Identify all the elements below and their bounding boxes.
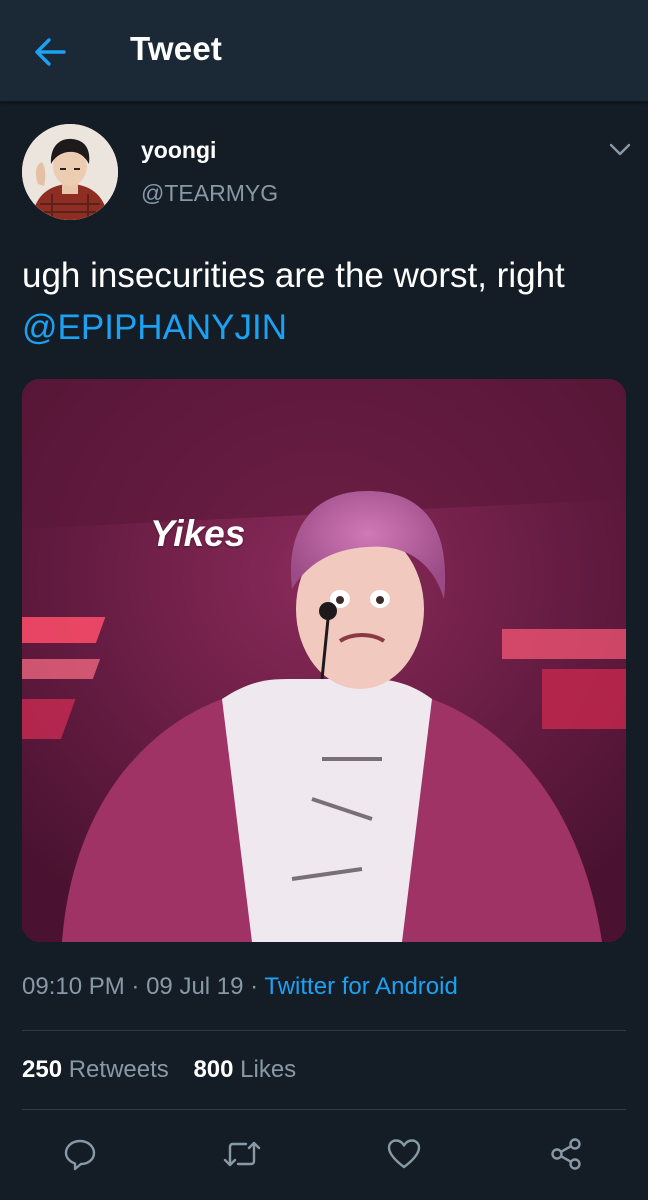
likes-stat[interactable]: 800 Likes	[193, 1056, 296, 1083]
reply-icon	[64, 1139, 96, 1171]
avatar[interactable]	[22, 124, 118, 220]
share-icon	[551, 1138, 581, 1170]
tweet-source-link[interactable]: Twitter for Android	[264, 973, 457, 1000]
share-button[interactable]	[542, 1130, 590, 1178]
media-caption-text: Yikes	[150, 513, 246, 554]
tweet-stats: 250 Retweets 800 Likes	[22, 1056, 314, 1084]
arrow-left-icon	[35, 38, 66, 66]
mention-link[interactable]: @EPIPHANYJIN	[22, 308, 287, 347]
divider	[22, 1109, 626, 1110]
media-photo	[22, 379, 626, 942]
likes-count: 800	[193, 1056, 234, 1083]
tweet-detail-screen: Tweet yoongi @TEARMYG ugh insecurities a…	[0, 0, 648, 1200]
author-display-name[interactable]: yoongi	[141, 137, 216, 164]
meta-separator: ·	[131, 973, 140, 1000]
likes-label: Likes	[240, 1056, 297, 1083]
tweet-options-button[interactable]	[604, 136, 636, 164]
reply-button[interactable]	[56, 1130, 104, 1178]
retweets-count: 250	[22, 1056, 63, 1083]
chevron-down-icon	[609, 143, 631, 156]
like-button[interactable]	[380, 1130, 428, 1178]
divider	[22, 1030, 626, 1031]
retweet-icon	[223, 1141, 261, 1167]
tweet-date: 09 Jul 19	[146, 973, 244, 1000]
meta-separator: ·	[250, 973, 259, 1000]
retweets-stat[interactable]: 250 Retweets	[22, 1056, 169, 1083]
author-username[interactable]: @TEARMYG	[141, 180, 278, 207]
retweets-label: Retweets	[68, 1056, 169, 1083]
page-title: Tweet	[130, 30, 223, 67]
tweet-text-body: ugh insecurities are the worst, right	[22, 256, 565, 295]
retweet-button[interactable]	[218, 1130, 266, 1178]
tweet-metadata: 09:10 PM · 09 Jul 19 · Twitter for Andro…	[22, 973, 632, 1001]
tweet-time: 09:10 PM	[22, 973, 125, 1000]
avatar-photo	[22, 124, 118, 220]
tweet-text: ugh insecurities are the worst, right @E…	[22, 250, 622, 354]
back-button[interactable]	[22, 28, 78, 76]
tweet-media-image[interactable]: Yikes	[22, 379, 626, 942]
app-header: Tweet	[0, 0, 648, 102]
like-icon	[387, 1139, 421, 1169]
